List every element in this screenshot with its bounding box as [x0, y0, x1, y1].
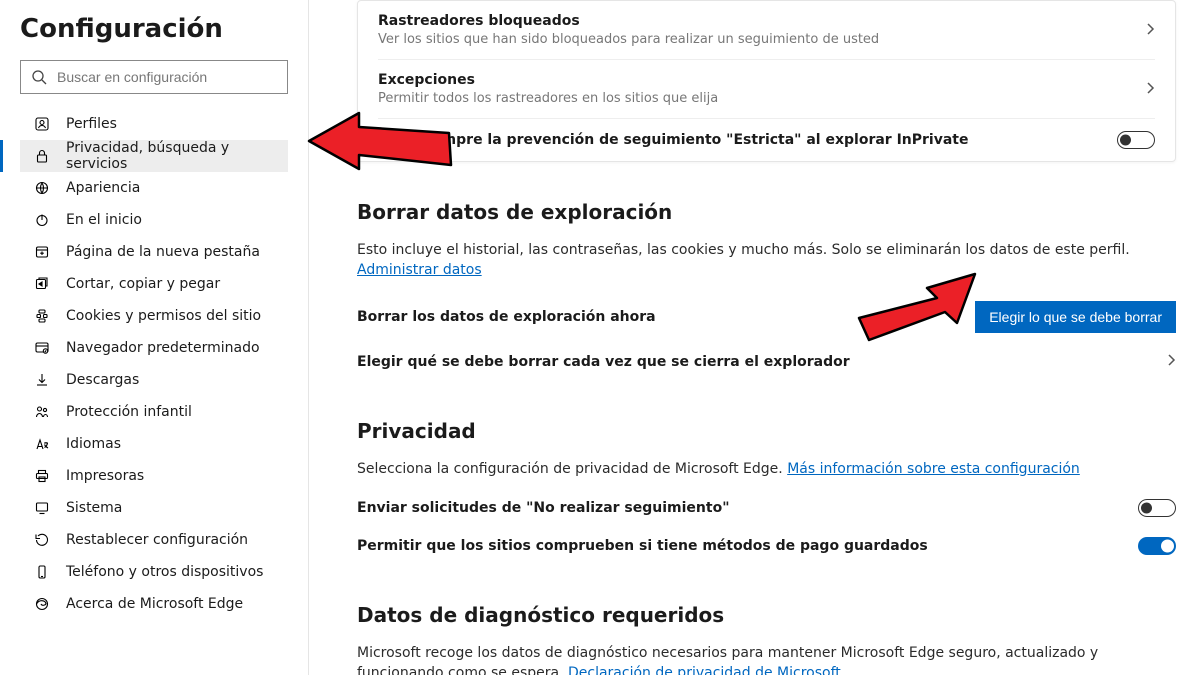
edge-icon — [34, 596, 54, 612]
sidebar-item-reset[interactable]: Restablecer configuración — [20, 524, 288, 556]
share-icon — [34, 276, 54, 292]
sidebar-item-system[interactable]: Sistema — [20, 492, 288, 524]
clear-browsing-data-section: Borrar datos de exploración Esto incluye… — [357, 200, 1176, 381]
sidebar-item-label: Cookies y permisos del sitio — [66, 308, 261, 324]
manage-data-link[interactable]: Administrar datos — [357, 262, 482, 278]
do-not-track-row: Enviar solicitudes de "No realizar segui… — [357, 479, 1176, 527]
search-box[interactable] — [20, 60, 288, 94]
option-label: Permitir que los sitios comprueben si ti… — [357, 538, 1138, 554]
sidebar-item-clipboard[interactable]: Cortar, copiar y pegar — [20, 268, 288, 300]
sidebar-item-label: Protección infantil — [66, 404, 192, 420]
profile-icon — [34, 116, 54, 132]
sidebar-item-cookies[interactable]: Cookies y permisos del sitio — [20, 300, 288, 332]
privacy-section: Privacidad Selecciona la configuración d… — [357, 419, 1176, 565]
permissions-icon — [34, 308, 54, 324]
search-input[interactable] — [57, 69, 277, 85]
appearance-icon — [34, 180, 54, 196]
clear-on-close-row[interactable]: Elegir qué se debe borrar cada vez que s… — [357, 343, 1176, 381]
payment-check-toggle[interactable] — [1138, 537, 1176, 555]
download-icon — [34, 372, 54, 388]
search-icon — [31, 69, 47, 85]
chevron-right-icon — [1166, 353, 1176, 371]
strict-inprivate-row: Usar siempre la prevención de seguimient… — [378, 118, 1155, 161]
row-title: Usar siempre la prevención de seguimient… — [378, 132, 1117, 148]
payment-check-row: Permitir que los sitios comprueben si ti… — [357, 527, 1176, 565]
option-label: Enviar solicitudes de "No realizar segui… — [357, 500, 1138, 516]
option-label: Borrar los datos de exploración ahora — [357, 309, 975, 325]
sidebar-item-profiles[interactable]: Perfiles — [20, 108, 288, 140]
row-subtitle: Permitir todos los rastreadores en los s… — [378, 91, 1145, 106]
section-description: Selecciona la configuración de privacida… — [357, 459, 1176, 479]
sidebar-item-label: Impresoras — [66, 468, 144, 484]
sidebar-item-label: Página de la nueva pestaña — [66, 244, 260, 260]
row-title: Rastreadores bloqueados — [378, 13, 1145, 29]
sidebar-item-label: Acerca de Microsoft Edge — [66, 596, 243, 612]
system-icon — [34, 500, 54, 516]
privacy-learn-more-link[interactable]: Más información sobre esta configuración — [787, 461, 1080, 477]
language-icon — [34, 436, 54, 452]
sidebar-item-privacy[interactable]: Privacidad, búsqueda y servicios — [20, 140, 288, 172]
power-icon — [34, 212, 54, 228]
privacy-statement-link[interactable]: Declaración de privacidad de Microsoft — [568, 665, 841, 675]
sidebar-item-label: Idiomas — [66, 436, 121, 452]
sidebar-item-label: Restablecer configuración — [66, 532, 248, 548]
row-subtitle: Ver los sitios que han sido bloqueados p… — [378, 32, 1145, 47]
section-heading: Borrar datos de exploración — [357, 200, 1176, 224]
page-title: Configuración — [20, 14, 288, 44]
sidebar-item-appearance[interactable]: Apariencia — [20, 172, 288, 204]
sidebar-item-printers[interactable]: Impresoras — [20, 460, 288, 492]
sidebar-item-startup[interactable]: En el inicio — [20, 204, 288, 236]
sidebar-item-label: Cortar, copiar y pegar — [66, 276, 220, 292]
phone-icon — [34, 564, 54, 580]
browser-icon — [34, 340, 54, 356]
sidebar-item-label: En el inicio — [66, 212, 142, 228]
printer-icon — [34, 468, 54, 484]
exceptions-row[interactable]: Excepciones Permitir todos los rastreado… — [378, 59, 1155, 118]
main-content: Rastreadores bloqueados Ver los sitios q… — [309, 0, 1200, 675]
sidebar-item-label: Perfiles — [66, 116, 117, 132]
trackers-blocked-row[interactable]: Rastreadores bloqueados Ver los sitios q… — [378, 1, 1155, 59]
do-not-track-toggle[interactable] — [1138, 499, 1176, 517]
option-label: Elegir qué se debe borrar cada vez que s… — [357, 354, 1166, 370]
sidebar-item-family[interactable]: Protección infantil — [20, 396, 288, 428]
family-icon — [34, 404, 54, 420]
sidebar-item-label: Descargas — [66, 372, 139, 388]
sidebar-item-label: Navegador predeterminado — [66, 340, 260, 356]
section-heading: Datos de diagnóstico requeridos — [357, 603, 1176, 627]
chevron-right-icon — [1145, 21, 1155, 40]
sidebar-item-label: Apariencia — [66, 180, 140, 196]
chevron-right-icon — [1145, 80, 1155, 99]
row-title: Excepciones — [378, 72, 1145, 88]
section-description: Esto incluye el historial, las contraseñ… — [357, 240, 1176, 281]
diagnostics-section: Datos de diagnóstico requeridos Microsof… — [357, 603, 1176, 675]
clear-now-row: Borrar los datos de exploración ahora El… — [357, 281, 1176, 343]
sidebar-item-languages[interactable]: Idiomas — [20, 428, 288, 460]
sidebar-item-devices[interactable]: Teléfono y otros dispositivos — [20, 556, 288, 588]
sidebar-item-label: Privacidad, búsqueda y servicios — [66, 140, 288, 172]
newtab-icon — [34, 244, 54, 260]
sidebar-item-newtab[interactable]: Página de la nueva pestaña — [20, 236, 288, 268]
sidebar-nav: Perfiles Privacidad, búsqueda y servicio… — [20, 108, 288, 620]
section-description: Microsoft recoge los datos de diagnóstic… — [357, 643, 1176, 675]
sidebar-item-default-browser[interactable]: Navegador predeterminado — [20, 332, 288, 364]
sidebar-item-downloads[interactable]: Descargas — [20, 364, 288, 396]
sidebar-item-about[interactable]: Acerca de Microsoft Edge — [20, 588, 288, 620]
sidebar: Configuración Perfiles Privacidad, búsqu… — [0, 0, 309, 675]
tracking-card: Rastreadores bloqueados Ver los sitios q… — [357, 0, 1176, 162]
section-heading: Privacidad — [357, 419, 1176, 443]
strict-inprivate-toggle[interactable] — [1117, 131, 1155, 149]
choose-what-to-clear-button[interactable]: Elegir lo que se debe borrar — [975, 301, 1176, 333]
sidebar-item-label: Sistema — [66, 500, 122, 516]
sidebar-item-label: Teléfono y otros dispositivos — [66, 564, 263, 580]
reset-icon — [34, 532, 54, 548]
lock-icon — [34, 148, 54, 164]
